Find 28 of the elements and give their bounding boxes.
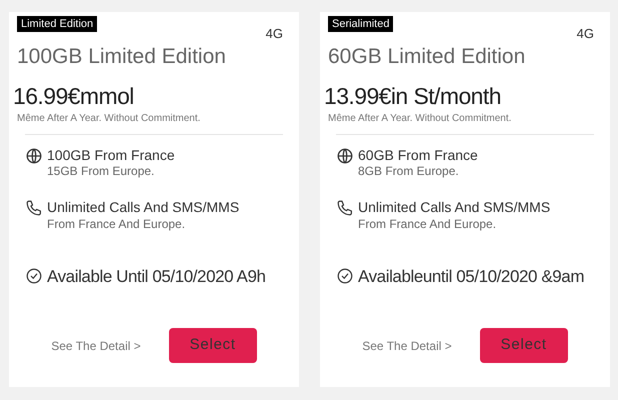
feature-text: 100GB From France <box>47 146 175 164</box>
price-note: Même After A Year. Without Commitment. <box>17 112 202 126</box>
feature-text: Available Until 05/10/2020 A9h <box>47 266 266 288</box>
globe-icon <box>25 146 43 164</box>
price-note: Même After A Year. Without Commitment. <box>328 112 512 126</box>
feature-text: 60GB From France <box>358 146 478 164</box>
feature-text: Unlimited Calls And SMS/MMS <box>47 199 240 216</box>
select-button[interactable]: Select <box>480 328 568 363</box>
plan-price: 13.99€in St/month <box>324 82 502 110</box>
feature-text: Unlimited Calls And SMS/MMS <box>358 199 550 216</box>
phone-icon <box>336 199 354 217</box>
feature-subtext: 8GB From Europe. <box>358 164 460 179</box>
phone-icon <box>25 199 43 217</box>
edition-badge: Limited Edition <box>17 16 98 32</box>
feature-subtext: From France And Europe. <box>47 216 186 232</box>
feature-text: Availableuntil 05/10/2020 &9am <box>358 266 584 288</box>
feature-subtext: From France And Europe. <box>358 216 498 232</box>
feature-subtext: 15GB From Europe. <box>47 164 156 179</box>
plan-title: 60GB Limited Edition <box>328 44 526 70</box>
see-detail-link[interactable]: See The Detail > <box>362 336 452 354</box>
select-button[interactable]: Select <box>168 328 257 363</box>
network-label: 4G <box>266 25 283 43</box>
network-label: 4G <box>576 25 594 43</box>
edition-badge: Serialimited <box>328 16 394 32</box>
globe-icon <box>336 146 354 164</box>
see-detail-link[interactable]: See The Detail > <box>51 336 141 354</box>
plan-title: 100GB Limited Edition <box>17 44 227 70</box>
plan-price: 16.99€mmol <box>13 82 135 110</box>
